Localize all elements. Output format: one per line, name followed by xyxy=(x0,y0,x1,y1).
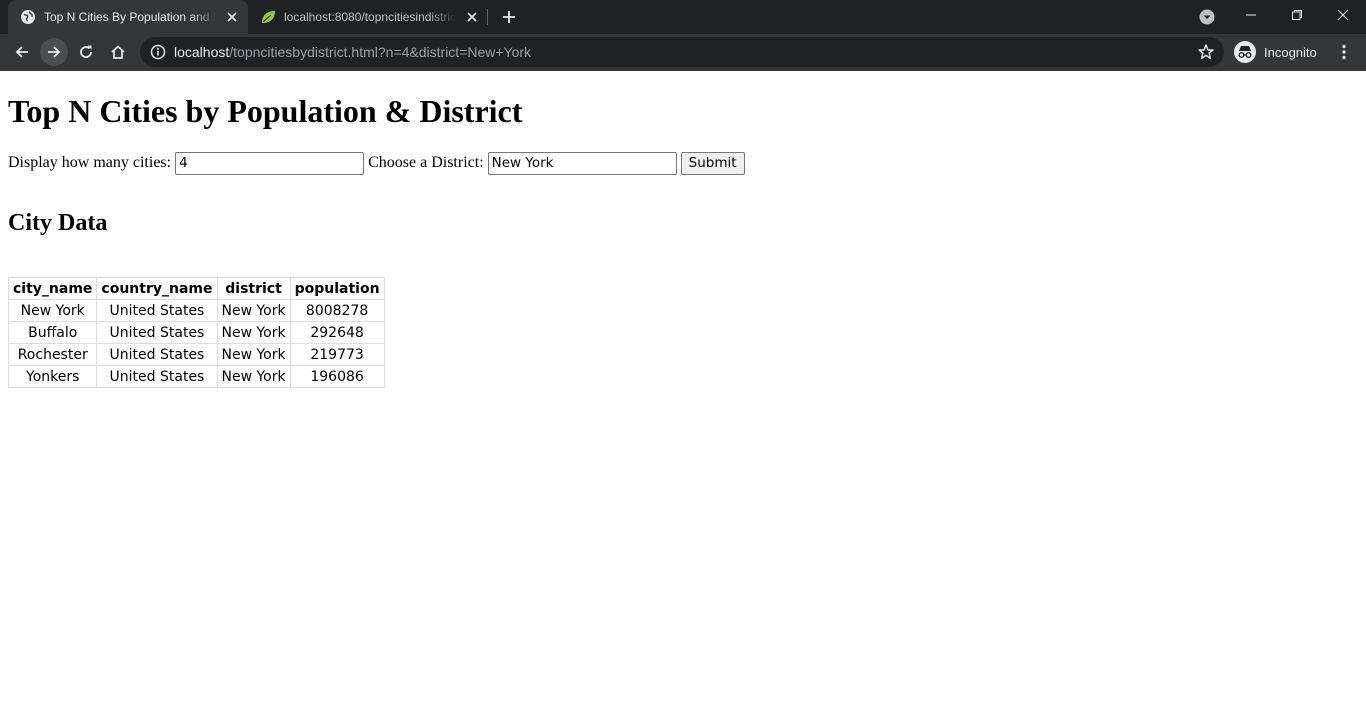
submit-button[interactable]: Submit xyxy=(680,151,745,175)
url-host: localhost xyxy=(174,44,230,60)
minimize-icon xyxy=(1246,14,1256,16)
cell-district: New York xyxy=(216,365,291,388)
cell-country-name: United States xyxy=(96,321,218,344)
browser-toolbar: localhost/topncitiesbydistrict.html?n=4&… xyxy=(0,34,1366,71)
tab-strip: Top N Cities By Population and District … xyxy=(0,0,1366,34)
forward-button[interactable] xyxy=(40,38,68,66)
tab-divider xyxy=(487,9,488,25)
city-data-table: city_name country_name district populati… xyxy=(7,277,385,388)
cell-city-name: Buffalo xyxy=(7,321,98,344)
cell-country-name: United States xyxy=(96,343,218,366)
cell-city-name: Yonkers xyxy=(7,365,98,388)
page-content: Top N Cities by Population & District Di… xyxy=(0,71,1366,728)
filter-form: Display how many cities: Choose a Distri… xyxy=(8,151,745,175)
back-button[interactable] xyxy=(8,38,36,66)
column-header: population xyxy=(289,277,385,300)
cell-district: New York xyxy=(216,321,291,344)
window-close-button[interactable] xyxy=(1320,0,1366,30)
url-text: localhost/topncitiesbydistrict.html?n=4&… xyxy=(174,44,531,60)
close-icon xyxy=(1337,9,1349,21)
profile-label: Incognito xyxy=(1264,44,1317,60)
column-header: country_name xyxy=(96,277,218,300)
district-label: Choose a District: xyxy=(368,154,484,171)
section-heading: City Data xyxy=(8,210,108,236)
spring-leaf-icon xyxy=(260,9,276,25)
tab-inactive[interactable]: localhost:8080/topncitiesindistrict xyxy=(248,0,488,34)
info-icon[interactable] xyxy=(150,44,166,60)
cell-population: 196086 xyxy=(289,365,385,388)
arrow-left-icon xyxy=(15,46,28,58)
new-tab-button[interactable] xyxy=(497,5,521,29)
minimize-button[interactable] xyxy=(1228,0,1274,30)
table-row: New York United States New York 8008278 xyxy=(7,299,385,322)
incognito-profile-button[interactable]: Incognito xyxy=(1234,39,1317,65)
district-input[interactable] xyxy=(487,151,677,175)
restore-icon xyxy=(1292,10,1302,20)
bookmark-star-icon[interactable] xyxy=(1197,43,1215,61)
kebab-menu-icon xyxy=(1342,44,1346,60)
home-icon xyxy=(111,45,125,59)
globe-icon xyxy=(20,9,36,25)
tab-title: localhost:8080/topncitiesindistrict xyxy=(284,10,456,24)
table-row: Yonkers United States New York 196086 xyxy=(7,365,385,388)
cell-district: New York xyxy=(216,343,291,366)
tab-active[interactable]: Top N Cities By Population and District xyxy=(8,0,248,34)
arrow-right-icon xyxy=(48,46,61,58)
cell-district: New York xyxy=(216,299,291,322)
cell-population: 8008278 xyxy=(289,299,385,322)
home-button[interactable] xyxy=(104,38,132,66)
cell-population: 219773 xyxy=(289,343,385,366)
url-path: /topncitiesbydistrict.html?n=4&district=… xyxy=(229,44,532,60)
chevron-down-icon xyxy=(1199,9,1215,25)
plus-icon xyxy=(503,11,515,23)
table-row: Rochester United States New York 219773 xyxy=(7,343,385,366)
table-header-row: city_name country_name district populati… xyxy=(7,277,385,300)
close-icon[interactable] xyxy=(464,9,480,25)
column-header: city_name xyxy=(7,277,98,300)
restore-button[interactable] xyxy=(1274,0,1320,30)
cell-population: 292648 xyxy=(289,321,385,344)
address-bar[interactable]: localhost/topncitiesbydistrict.html?n=4&… xyxy=(140,37,1224,67)
count-input[interactable] xyxy=(175,151,365,175)
tab-title: Top N Cities By Population and District xyxy=(44,10,216,24)
column-header: district xyxy=(216,277,291,300)
reload-icon xyxy=(80,45,92,58)
reload-button[interactable] xyxy=(72,38,100,66)
browser-menu-button[interactable] xyxy=(1334,42,1354,62)
cell-city-name: New York xyxy=(7,299,98,322)
cell-country-name: United States xyxy=(96,299,218,322)
cell-country-name: United States xyxy=(96,365,218,388)
close-icon[interactable] xyxy=(224,9,240,25)
count-label: Display how many cities: xyxy=(8,154,172,171)
page-title: Top N Cities by Population & District xyxy=(8,93,523,129)
cell-city-name: Rochester xyxy=(7,343,98,366)
tab-search-button[interactable] xyxy=(1197,7,1217,27)
table-row: Buffalo United States New York 292648 xyxy=(7,321,385,344)
incognito-icon xyxy=(1234,41,1256,63)
